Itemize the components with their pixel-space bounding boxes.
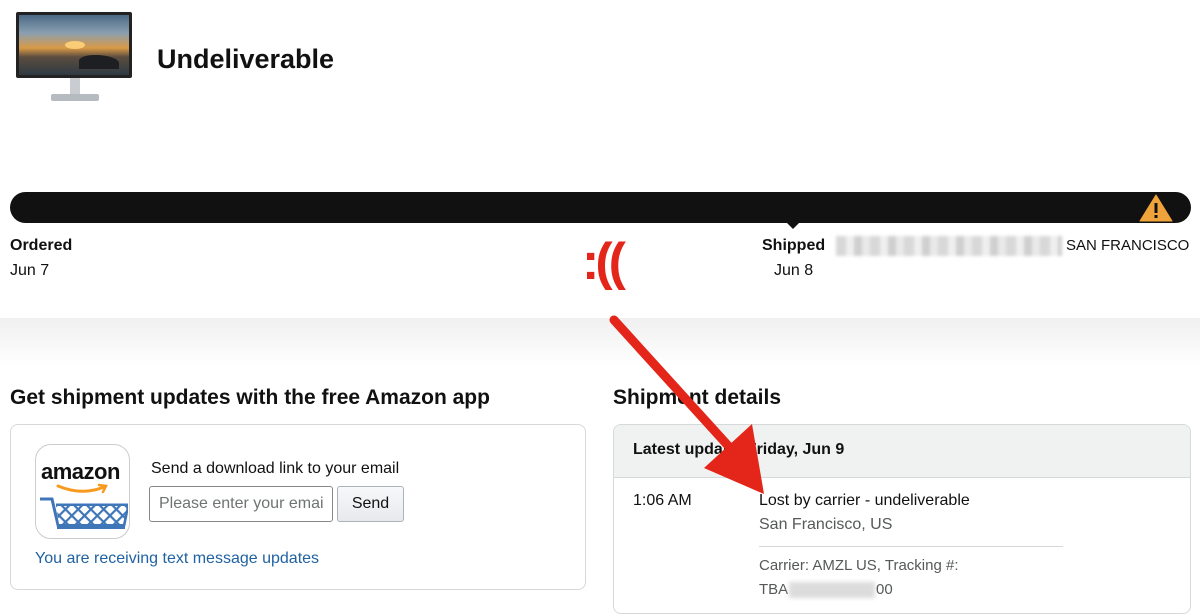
logo-text: amazon <box>41 459 120 484</box>
cart-icon <box>40 497 128 529</box>
tracking-prefix: TBA <box>759 581 789 598</box>
smile-arrow-icon <box>56 483 108 494</box>
send-button[interactable]: Send <box>337 486 404 522</box>
email-input[interactable] <box>149 486 333 522</box>
redacted-location <box>836 236 1062 256</box>
annotation-arrow <box>609 315 764 494</box>
send-link-label: Send a download link to your email <box>151 460 400 477</box>
product-image[interactable] <box>14 10 134 106</box>
ordered-label: Ordered <box>10 237 73 254</box>
ordered-date: Jun 7 <box>10 262 50 279</box>
amazon-app-logo: amazon <box>35 444 130 539</box>
monitor-icon <box>16 12 132 78</box>
shipped-city: SAN FRANCISCO <box>1066 237 1190 254</box>
warning-icon <box>1139 194 1173 222</box>
shipped-label: Shipped <box>762 237 826 254</box>
text-updates-link[interactable]: You are receiving text message updates <box>35 550 319 568</box>
event-location: San Francisco, US <box>759 516 893 533</box>
shipped-date: Jun 8 <box>774 262 814 279</box>
progress-bar <box>10 192 1191 223</box>
status-title: Undeliverable <box>157 44 335 74</box>
tracking-suffix: 00 <box>876 581 893 598</box>
divider <box>759 546 1063 547</box>
carrier-info: Carrier: AMZL US, Tracking #: <box>759 557 959 574</box>
progress-pointer <box>785 221 801 229</box>
redacted-tracking <box>789 582 875 598</box>
app-promo-heading: Get shipment updates with the free Amazo… <box>10 386 490 409</box>
sad-face-annotation: :(( <box>582 233 626 291</box>
